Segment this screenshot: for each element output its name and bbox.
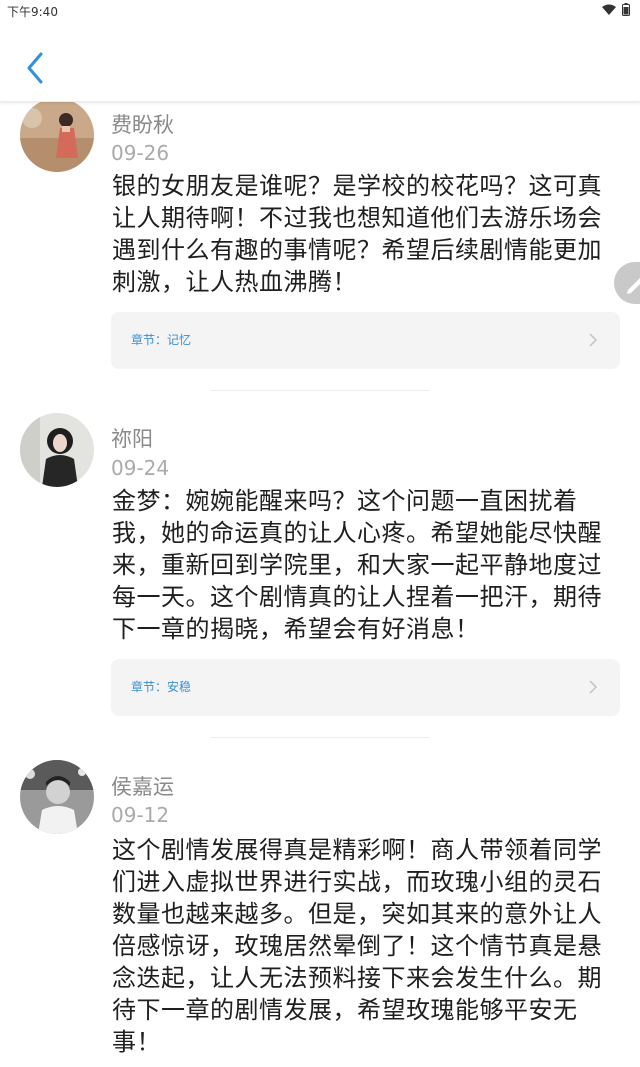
- status-bar: 下午9:40: [0, 0, 640, 20]
- back-button[interactable]: [18, 48, 52, 88]
- chapter-label: 章节：安稳: [131, 680, 192, 694]
- chevron-right-icon: [588, 332, 598, 352]
- comment-text: 银的女朋友是谁呢？是学校的校花吗？这可真让人期待啊！不过我也想知道他们去游乐场会…: [112, 172, 602, 296]
- chapter-label: 章节：记忆: [131, 333, 192, 347]
- divider: [210, 737, 430, 738]
- comment-text: 金梦：婉婉能醒来吗？这个问题一直困扰着我，她的命运真的让人心疼。希望她能尽快醒来…: [112, 487, 602, 643]
- comment-author: 侯嘉运: [111, 775, 174, 799]
- status-icons: [602, 3, 630, 16]
- chevron-left-icon: [27, 52, 43, 84]
- chapter-link[interactable]: 章节：安稳: [111, 659, 620, 716]
- comment-author: 费盼秋: [111, 113, 174, 137]
- divider: [210, 390, 430, 391]
- chapter-link[interactable]: 章节：记忆: [111, 312, 620, 369]
- avatar[interactable]: [20, 413, 94, 487]
- comment-text: 这个剧情发展得真是精彩啊！商人带领着同学们进入虚拟世界进行实战，而玫瑰小组的灵石…: [112, 836, 602, 1056]
- avatar[interactable]: [20, 98, 94, 172]
- comment-date: 09-26: [111, 141, 170, 165]
- battery-icon: [622, 3, 630, 16]
- status-time: 下午9:40: [7, 5, 58, 19]
- avatar[interactable]: [20, 760, 94, 834]
- comment-date: 09-24: [111, 456, 170, 480]
- wifi-icon: [602, 4, 616, 15]
- chevron-right-icon: [588, 679, 598, 699]
- pencil-icon: [627, 278, 640, 294]
- comment-author: 祢阳: [111, 427, 153, 451]
- comment-list: 费盼秋 09-26 银的女朋友是谁呢？是学校的校花吗？这可真让人期待啊！不过我也…: [0, 0, 640, 1067]
- comment-date: 09-12: [111, 803, 170, 827]
